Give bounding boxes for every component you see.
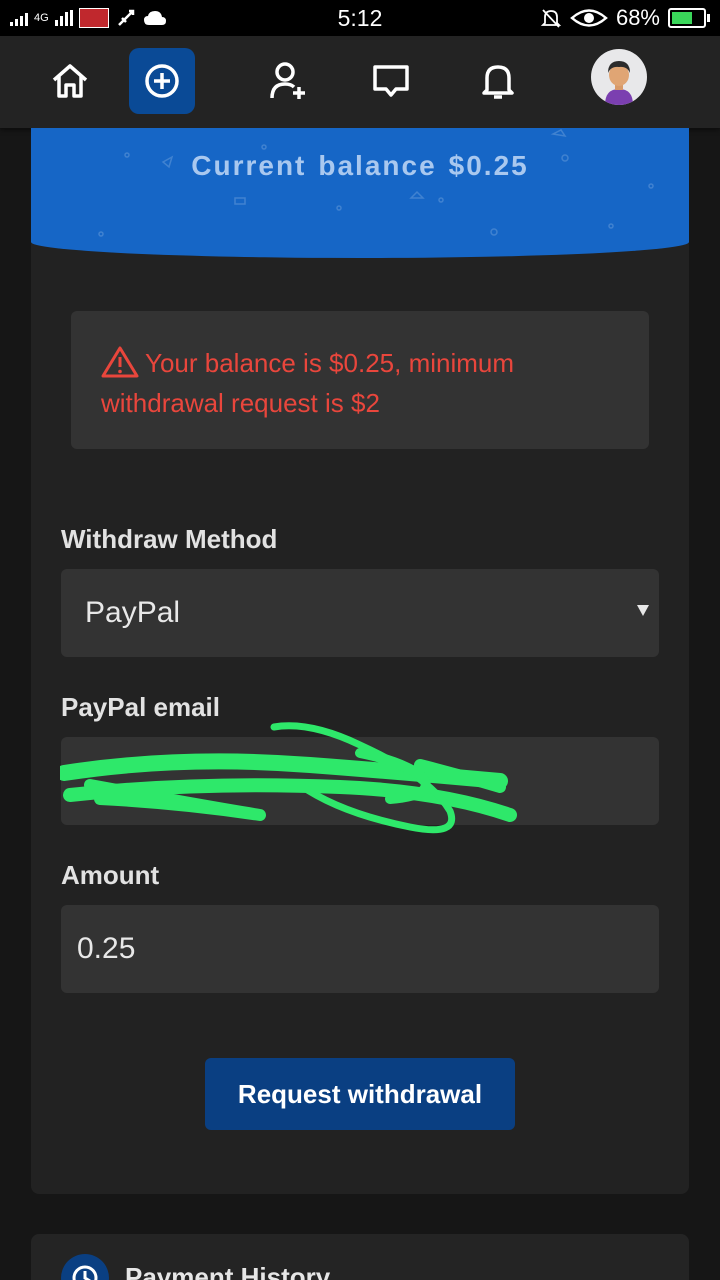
home-button[interactable] — [37, 48, 103, 114]
warning-icon — [101, 346, 139, 378]
home-icon — [52, 64, 88, 98]
battery-icon — [668, 8, 710, 28]
usb-icon — [117, 9, 134, 26]
network-type: 4G — [34, 11, 49, 24]
amount-label: Amount — [61, 860, 160, 890]
history-icon — [61, 1254, 109, 1280]
messages-button[interactable] — [358, 48, 424, 114]
payment-history-card[interactable]: Payment History — [31, 1234, 689, 1280]
status-bar: 4G 5:12 68% — [0, 0, 720, 36]
request-withdrawal-button[interactable]: Request withdrawal — [205, 1058, 515, 1130]
chat-icon — [373, 65, 409, 97]
withdraw-method-value: PayPal — [85, 596, 181, 629]
amount-input[interactable]: 0.25 — [61, 905, 659, 993]
caret-down-icon — [637, 605, 649, 616]
battery-percent: 68% — [615, 5, 660, 30]
notifications-button[interactable] — [465, 48, 531, 114]
balance-label-word2: balance — [318, 150, 437, 181]
top-nav — [0, 36, 720, 128]
withdraw-method-select[interactable]: PayPal — [61, 569, 659, 657]
amount-value: 0.25 — [77, 932, 136, 965]
avatar-image — [605, 61, 633, 105]
eye-icon — [570, 9, 608, 27]
alert-message: Your balance is $0.25, minimum withdrawa… — [101, 348, 515, 418]
add-friend-button[interactable] — [255, 48, 321, 114]
current-balance: Current balance $0.25 — [31, 150, 689, 182]
signal-icon — [10, 10, 28, 26]
add-circle-icon — [145, 64, 179, 98]
balance-banner: Current balance $0.25 — [31, 128, 689, 258]
balance-label-word1: Current — [191, 150, 307, 181]
create-button[interactable] — [129, 48, 195, 114]
mute-icon — [540, 9, 562, 28]
balance-amount: $0.25 — [448, 150, 529, 181]
banner-pattern — [98, 129, 654, 237]
signal-icon-2 — [54, 10, 73, 26]
bell-icon — [482, 65, 514, 99]
withdraw-method-label: Withdraw Method — [61, 524, 278, 554]
cloud-icon — [143, 11, 166, 25]
add-user-icon — [270, 62, 305, 99]
min-withdrawal-alert: Your balance is $0.25, minimum withdrawa… — [71, 311, 649, 449]
payment-history-title: Payment History — [125, 1262, 331, 1280]
avatar[interactable] — [591, 49, 647, 105]
redaction-scribble — [60, 722, 517, 834]
flag-icon — [78, 8, 109, 28]
